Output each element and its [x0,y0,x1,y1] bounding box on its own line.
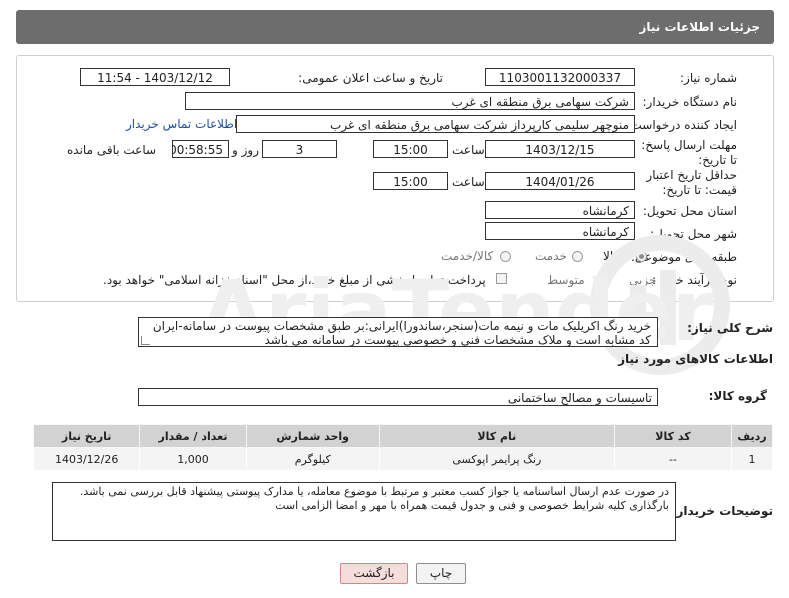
buyer-contact-link[interactable]: اطلاعات تماس خریدار [126,117,237,131]
delivery-province-field: کرمانشاه [485,201,635,219]
response-deadline-date: 1403/12/15 [485,140,635,158]
col-name: نام کالا [378,424,615,448]
days-label: روز و [232,143,259,157]
response-deadline-label: مهلت ارسال پاسخ: تا تاریخ: [641,138,737,167]
col-code: کد کالا [613,424,732,448]
back-button[interactable]: بازگشت [340,563,408,584]
description-label: شرح کلی نیاز: [687,321,773,335]
page-title: جزئیات اطلاعات نیاز [639,20,760,34]
process-option-medium: متوسط [547,273,585,287]
requester-label: ایجاد کننده درخواست: [626,118,737,132]
resize-handle-icon[interactable] [141,336,150,345]
goods-info-title: اطلاعات کالاهای مورد نیاز [618,352,773,366]
treasury-payment-checkbox[interactable] [496,273,507,284]
requester-field: منوچهر سلیمی کارپرداز شرکت سهامی برق منط… [236,115,635,133]
buyer-notes-label: توضیحات خریدار: [671,504,773,518]
goods-table: ردیف کد کالا نام کالا واحد شمارش تعداد /… [32,424,774,471]
page-header: جزئیات اطلاعات نیاز [16,10,774,44]
col-need-date: تاریخ نیاز [32,424,141,448]
price-validity-date: 1404/01/26 [485,172,635,190]
need-number-label: شماره نیاز: [680,71,737,85]
cell-unit: کیلوگرم [245,447,380,471]
goods-table-header: ردیف کد کالا نام کالا واحد شمارش تعداد /… [32,424,774,448]
col-quantity: تعداد / مقدار [139,424,247,448]
delivery-city-field: کرمانشاه [485,222,635,240]
delivery-city-label: شهر محل تحویل: [650,227,737,241]
buyer-notes-line-2: بارگذاری کلیه شرایط خصوصی و فنی و جدول ق… [275,499,669,512]
category-radio-service[interactable] [572,251,583,262]
print-button[interactable]: چاپ [416,563,466,584]
response-deadline-time: 15:00 [373,140,448,158]
cell-quantity: 1,000 [139,447,247,471]
description-text: خرید رنگ اکریلیک مات و نیمه مات(سنجر،سان… [152,319,651,347]
col-row: ردیف [730,424,774,448]
response-time-label: ساعت [452,143,485,157]
price-validity-label: حداقل تاریخ اعتبار قیمت: تا تاریخ: [646,168,737,197]
process-option-minor: جزیی [629,273,657,287]
price-validity-time: 15:00 [373,172,448,190]
announce-datetime-field: 1403/12/12 - 11:54 [80,68,230,86]
description-textarea[interactable]: خرید رنگ اکریلیک مات و نیمه مات(سنجر،سان… [138,317,658,347]
table-row: 1 -- رنگ پرایمر اپوکسی کیلوگرم 1,000 140… [32,447,774,471]
buyer-notes-line-1: در صورت عدم ارسال اساسنامه یا جواز کسب م… [79,485,669,498]
cell-code: -- [613,447,732,471]
goods-group-field: تاسیسات و مصالح ساختمانی [138,388,658,406]
need-number-field: 1103001132000337 [485,68,635,86]
buyer-notes-textarea[interactable]: در صورت عدم ارسال اساسنامه یا جواز کسب م… [52,482,676,541]
category-option-goods-service: کالا/خدمت [441,249,494,263]
buyer-org-field: شرکت سهامی برق منطقه ای غرب [185,92,635,110]
price-validity-time-label: ساعت [452,175,485,189]
category-option-service: خدمت [535,249,567,263]
delivery-province-label: استان محل تحویل: [642,204,737,218]
cell-need-date: 1403/12/26 [32,447,141,471]
col-unit: واحد شمارش [245,424,380,448]
cell-row: 1 [730,447,774,471]
goods-group-label: گروه کالا: [708,389,767,403]
category-radio-goods-service[interactable] [500,251,511,262]
category-radio-goods[interactable] [636,251,647,262]
process-radio-medium[interactable] [594,275,605,286]
process-radio-minor[interactable] [665,275,676,286]
remaining-days-field: 3 [262,140,337,158]
announce-datetime-label: تاریخ و ساعت اعلان عمومی: [298,71,443,85]
remaining-time-label: ساعت باقی مانده [67,143,157,157]
treasury-payment-note: پرداخت تمام یا بخشی از مبلغ خرید،از محل … [103,273,486,287]
cell-name: رنگ پرایمر اپوکسی [378,447,615,471]
buyer-org-label: نام دستگاه خریدار: [642,95,738,109]
category-option-goods: کالا [603,249,620,263]
remaining-time-field: 00:58:55 [172,140,229,158]
